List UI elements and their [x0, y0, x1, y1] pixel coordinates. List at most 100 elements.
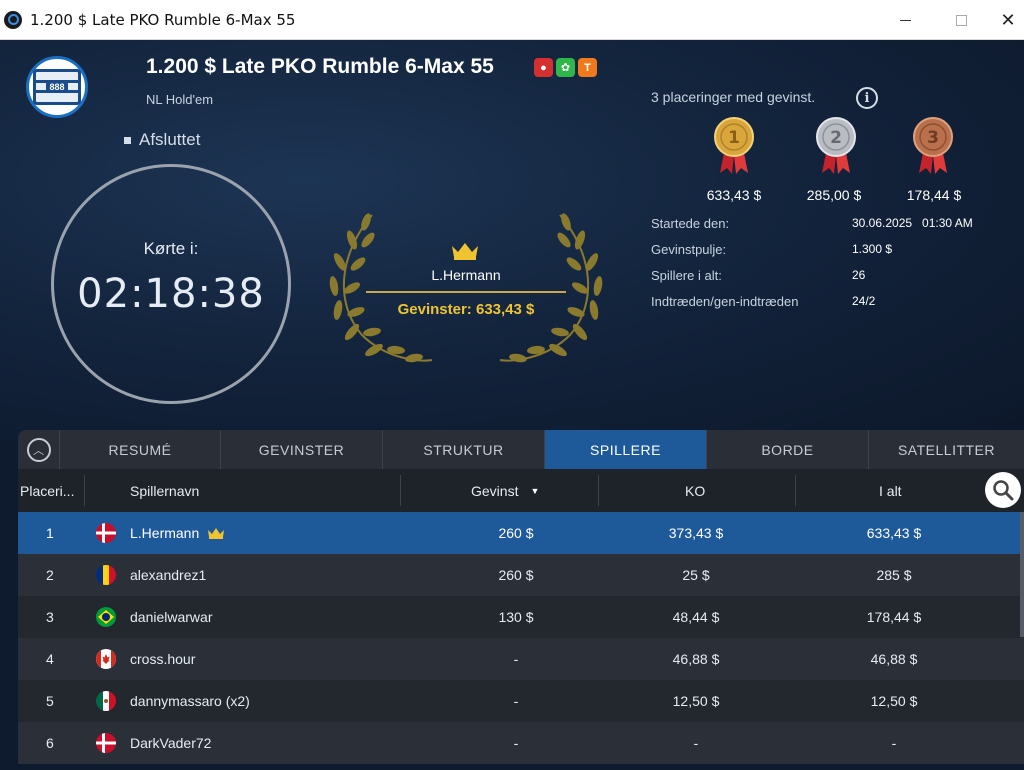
info-icon[interactable]: i — [856, 87, 878, 109]
crown-icon — [452, 243, 478, 260]
flag-dk-icon — [96, 733, 116, 753]
row-ko: 373,43 $ — [668, 525, 724, 541]
medal-2-amount: 285,00 $ — [806, 187, 862, 203]
tab-satellites[interactable]: SATELLITTER — [869, 430, 1024, 469]
tab-prizes[interactable]: GEVINSTER — [221, 430, 383, 469]
row-place: 6 — [46, 735, 54, 751]
row-ko: 46,88 $ — [672, 651, 720, 667]
search-icon — [993, 480, 1014, 501]
close-button[interactable]: ✕ — [985, 0, 1024, 40]
duration-clock: Kørte i: 02:18:38 — [51, 164, 291, 404]
medal-2-rank: 2 — [830, 128, 842, 148]
row-player-name: dannymassaro (x2) — [130, 680, 250, 722]
medal-3-icon: 3 — [911, 117, 955, 175]
paid-places-label: 3 placeringer med gevinst. — [651, 89, 816, 105]
duration-label: Kørte i: — [143, 239, 199, 258]
stat-players-label: Spillere i alt: — [651, 268, 722, 283]
medal-1-amount: 633,43 $ — [706, 187, 762, 203]
player-name-text: dannymassaro (x2) — [130, 693, 250, 709]
row-player-name: DarkVader72 — [130, 722, 211, 764]
row-total: 12,50 $ — [870, 693, 918, 709]
logo-text: 888 — [46, 81, 68, 93]
tab-players[interactable]: SPILLERE — [545, 430, 707, 469]
collapse-button[interactable]: ︿ — [18, 430, 60, 469]
row-ko: 25 $ — [682, 567, 710, 583]
col-name[interactable]: Spillernavn — [130, 469, 199, 512]
row-place: 3 — [46, 609, 54, 625]
medal-1-icon: 1 — [712, 117, 756, 175]
window-titlebar: 1.200 $ Late PKO Rumble 6-Max 55 ✕ — [0, 0, 1024, 40]
stat-entries-value: 24/2 — [852, 294, 876, 308]
col-prize[interactable]: Gevinst ▼ — [471, 469, 539, 512]
stat-players-value: 26 — [852, 268, 866, 282]
flag-dk-icon — [96, 523, 116, 543]
flag-ca-icon — [96, 649, 116, 669]
col-place[interactable]: Placeri... — [20, 469, 74, 512]
winner-prize: Gevinster: 633,43 $ — [397, 301, 535, 318]
tab-structure[interactable]: STRUKTUR — [383, 430, 545, 469]
sort-down-icon: ▼ — [530, 485, 540, 496]
tournament-tags: ● ✿ T — [534, 58, 597, 77]
minimize-button[interactable] — [882, 0, 928, 40]
player-name-text: L.Hermann — [130, 525, 200, 541]
row-prize: - — [513, 693, 519, 709]
table-row[interactable]: 3 danielwarwar 130 $ 48,44 $ 178,44 $ — [18, 596, 1024, 638]
row-place: 1 — [46, 525, 54, 541]
stat-start-label: Startede den: — [651, 216, 730, 231]
game-type: NL Hold'em — [146, 92, 214, 107]
stat-start: Startede den: 30.06.2025 01:30 AM — [651, 216, 1011, 242]
table-scrollbar[interactable] — [1020, 512, 1024, 637]
row-prize: 130 $ — [498, 609, 534, 625]
row-player-name: cross.hour — [130, 638, 195, 680]
stat-entries: Indtræden/gen-indtræden 24/2 — [651, 294, 1011, 320]
player-name-text: alexandrez1 — [130, 567, 207, 583]
maximize-button[interactable] — [938, 0, 984, 40]
tournament-name: 1.200 $ Late PKO Rumble 6-Max 55 — [146, 55, 494, 78]
row-ko: 48,44 $ — [672, 609, 720, 625]
row-ko: - — [693, 735, 699, 751]
medal-2-icon: 2 — [814, 117, 858, 175]
status-square-icon — [124, 136, 131, 144]
tab-resume[interactable]: RESUMÉ — [60, 430, 221, 469]
flag-ro-icon — [96, 565, 116, 585]
row-place: 4 — [46, 651, 54, 667]
bounty-icon: ● — [534, 58, 553, 77]
table-row[interactable]: 6 DarkVader72 - - - — [18, 722, 1024, 764]
table-row[interactable]: 5 dannymassaro (x2) - 12,50 $ 12,50 $ — [18, 680, 1024, 722]
tab-tables[interactable]: BORDE — [707, 430, 869, 469]
row-player-name: L.Hermann — [130, 512, 225, 554]
stat-entries-label: Indtræden/gen-indtræden — [651, 294, 799, 309]
window-title: 1.200 $ Late PKO Rumble 6-Max 55 — [30, 10, 296, 29]
row-ko: 12,50 $ — [672, 693, 720, 709]
row-total: - — [891, 735, 897, 751]
player-name-text: cross.hour — [130, 651, 196, 667]
flag-mx-icon — [96, 691, 116, 711]
table-row[interactable]: 4 cross.hour - 46,88 $ 46,88 $ — [18, 638, 1024, 680]
medal-3-amount: 178,44 $ — [906, 187, 962, 203]
table-header: Placeri... Spillernavn Gevinst ▼ KO I al… — [18, 469, 1024, 512]
stat-players: Spillere i alt: 26 — [651, 268, 1011, 294]
mystery-icon: ✿ — [556, 58, 575, 77]
row-place: 5 — [46, 693, 54, 709]
col-ko[interactable]: KO — [685, 469, 705, 512]
row-prize: - — [513, 651, 519, 667]
row-player-name: alexandrez1 — [130, 554, 206, 596]
winner-divider — [366, 291, 566, 293]
player-name-text: DarkVader72 — [130, 735, 212, 751]
status-label: Afsluttet — [139, 130, 201, 149]
medal-1-rank: 1 — [728, 128, 740, 148]
col-total[interactable]: I alt — [879, 469, 902, 512]
row-total: 633,43 $ — [866, 525, 922, 541]
player-name-text: danielwarwar — [130, 609, 213, 625]
row-prize: - — [513, 735, 519, 751]
search-button[interactable] — [985, 472, 1021, 508]
tag-t-icon: T — [578, 58, 597, 77]
table-row[interactable]: 2 alexandrez1 260 $ 25 $ 285 $ — [18, 554, 1024, 596]
lobby-tabs: ︿ RESUMÉ GEVINSTER STRUKTUR SPILLERE BOR… — [18, 430, 1024, 469]
stat-start-value: 30.06.2025 01:30 AM — [852, 216, 973, 230]
row-prize: 260 $ — [498, 525, 534, 541]
tournament-status: Afsluttet — [124, 130, 200, 150]
row-player-name: danielwarwar — [130, 596, 212, 638]
row-place: 2 — [46, 567, 54, 583]
table-row[interactable]: 1 L.Hermann 260 $ 373,43 $ 633,43 $ — [18, 512, 1024, 554]
